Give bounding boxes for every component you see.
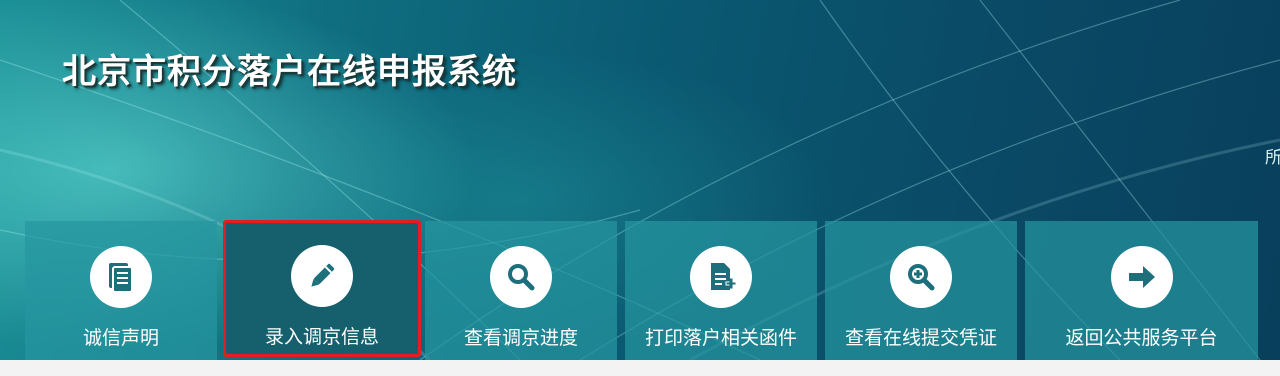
arrow-right-icon [1110, 246, 1173, 308]
nav-tile-integrity-statement[interactable]: 诚信声明 [25, 221, 217, 360]
cut-off-text: 所 [1265, 148, 1280, 168]
nav-tile-view-submission-certificate[interactable]: 查看在线提交凭证 [825, 221, 1017, 360]
document-add-icon [690, 246, 752, 308]
zoom-in-icon [890, 246, 952, 308]
document-list-icon [90, 246, 152, 308]
nav-tile-check-transfer-progress[interactable]: 查看调京进度 [425, 221, 617, 360]
nav-tile-label: 诚信声明 [82, 327, 159, 349]
nav-tile-return-public-platform[interactable]: 返回公共服务平台 [1025, 221, 1258, 360]
nav-tile-label: 打印落户相关函件 [644, 327, 797, 349]
pencil-icon [291, 245, 353, 307]
page-title: 北京市积分落户在线申报系统 [62, 52, 517, 92]
nav-tile-enter-transfer-info[interactable]: 录入调京信息 [223, 220, 421, 357]
nav-tile-label: 返回公共服务平台 [1065, 327, 1218, 349]
nav-tile-print-settlement-letters[interactable]: 打印落户相关函件 [625, 221, 817, 360]
nav-tile-label: 录入调京信息 [264, 326, 379, 348]
search-icon [490, 246, 552, 308]
nav-tile-label: 查看调京进度 [463, 327, 578, 349]
nav-tile-label: 查看在线提交凭证 [844, 327, 997, 349]
